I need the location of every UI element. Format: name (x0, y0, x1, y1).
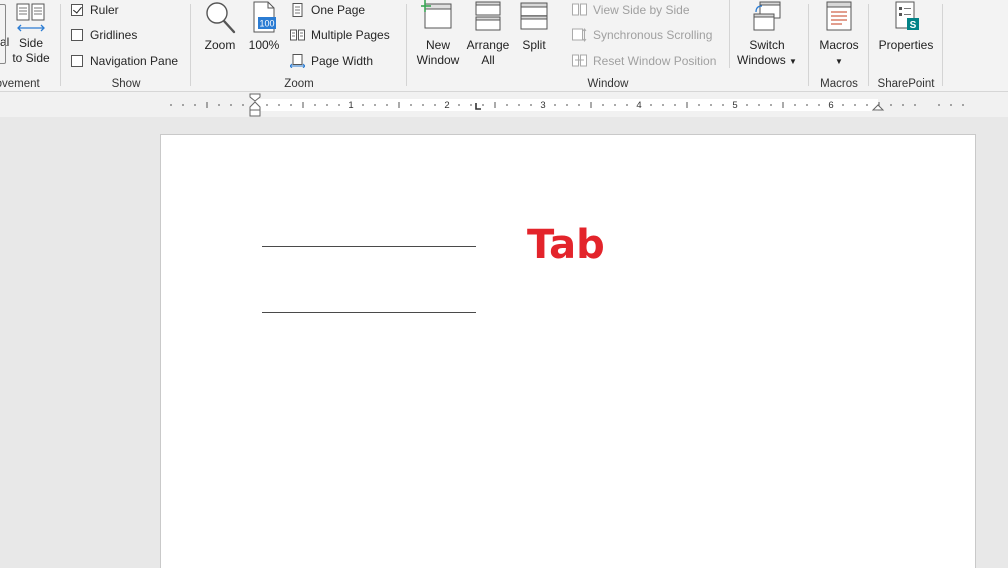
new-window-icon (421, 0, 452, 29)
arrange-all-icon (475, 1, 501, 31)
macros-button-label: Macros (819, 38, 859, 52)
properties-icon: S (895, 1, 919, 31)
new-window-line2: Window (416, 53, 460, 67)
separator (942, 4, 943, 86)
navigation-pane-checkbox-box[interactable] (71, 55, 83, 67)
window-group-label: Window (587, 78, 629, 90)
split-icon (520, 2, 548, 30)
ruler-checkbox-box[interactable] (71, 4, 83, 16)
movement-group: al Side to Side Movement (0, 0, 60, 92)
separator (868, 4, 869, 86)
gridlines-checkbox[interactable]: Gridlines (71, 25, 137, 45)
properties-button[interactable]: S Properties (874, 0, 938, 53)
fill-in-blank-line (262, 312, 476, 313)
page-width-icon (290, 54, 305, 68)
gridlines-checkbox-label: Gridlines (90, 28, 138, 42)
properties-button-label: Properties (878, 38, 934, 52)
ruler-checkbox-label: Ruler (90, 3, 119, 17)
ruler-number-1: 1 (348, 100, 353, 111)
partial-button-frame (0, 4, 6, 64)
document-page[interactable]: Tab (160, 134, 976, 568)
arrange-all-line2: All (481, 53, 495, 67)
side-to-side-icon (16, 3, 45, 32)
zoom-button-label: Zoom (204, 38, 236, 52)
navigation-pane-checkbox[interactable]: Navigation Pane (71, 51, 178, 71)
page-width-button[interactable]: Page Width (290, 51, 373, 71)
window-group: New Window Arrange All Split View Side b… (408, 0, 808, 92)
new-window-line1: New (425, 38, 450, 52)
separator (406, 4, 407, 86)
synchronous-scrolling-icon (572, 28, 587, 42)
switch-windows-icon (753, 1, 781, 31)
view-side-by-side-label: View Side by Side (593, 3, 690, 17)
macros-group-label: Macros (820, 78, 858, 90)
horizontal-ruler[interactable]: 1 2 3 4 5 6 (0, 93, 1008, 117)
macros-group: Macros ▼ Macros (810, 0, 868, 92)
document-canvas[interactable]: Tab (0, 117, 1008, 568)
page-width-label: Page Width (311, 54, 374, 68)
zoom-100-icon: 100 (253, 1, 276, 33)
fill-in-blank-line (262, 246, 476, 247)
zoom-group-label: Zoom (284, 78, 314, 90)
ruler-number-3: 3 (540, 100, 545, 111)
macros-icon (826, 1, 852, 31)
ruler-number-4: 4 (636, 100, 641, 111)
ruler-canvas: 1 2 3 4 5 6 (170, 93, 964, 117)
separator (808, 4, 809, 86)
movement-group-label: Movement (0, 78, 40, 90)
reset-window-position-icon (572, 54, 587, 67)
one-page-label: One Page (311, 3, 366, 17)
chevron-down-icon: ▼ (789, 57, 797, 66)
zoom-100-button-label: 100% (248, 38, 280, 52)
navigation-pane-checkbox-label: Navigation Pane (90, 54, 179, 68)
one-page-icon (292, 3, 303, 17)
new-window-button[interactable]: New Window (414, 0, 462, 68)
chevron-down-icon: ▼ (835, 57, 843, 66)
ruler-number-5: 5 (732, 100, 737, 111)
side-to-side-line2: to Side (12, 51, 50, 65)
view-side-by-side-icon (572, 3, 587, 16)
separator (729, 0, 730, 68)
synchronous-scrolling-button[interactable]: Synchronous Scrolling (572, 25, 712, 45)
one-page-button[interactable]: One Page (290, 0, 365, 20)
separator (190, 4, 191, 86)
gridlines-checkbox-box[interactable] (71, 29, 83, 41)
synchronous-scrolling-label: Synchronous Scrolling (593, 28, 713, 42)
sharepoint-group: S Properties SharePoint (870, 0, 942, 92)
zoom-group: Zoom 100 100% One Page Multiple Pages Pa… (192, 0, 406, 92)
tab-text: Tab (527, 222, 605, 268)
side-to-side-button[interactable]: Side to Side (10, 0, 52, 66)
reset-window-position-label: Reset Window Position (593, 54, 717, 68)
ruler-number-2: 2 (444, 100, 449, 111)
ruler-number-6: 6 (828, 100, 833, 111)
sharepoint-badge-text: S (910, 20, 917, 31)
side-to-side-line1: Side (18, 36, 44, 50)
arrange-all-button[interactable]: Arrange All (464, 0, 512, 68)
left-indent-marker[interactable] (249, 109, 261, 117)
arrange-all-line1: Arrange (466, 38, 510, 52)
switch-windows-line1: Switch (749, 38, 785, 52)
macros-button[interactable]: Macros ▼ (814, 0, 864, 69)
multiple-pages-label: Multiple Pages (311, 28, 390, 42)
multiple-pages-button[interactable]: Multiple Pages (290, 25, 390, 45)
view-side-by-side-button[interactable]: View Side by Side (572, 0, 690, 20)
zoom-button[interactable]: Zoom (200, 0, 240, 53)
switch-windows-line2: Windows (737, 53, 786, 67)
multiple-pages-icon (290, 29, 305, 41)
split-label: Split (522, 38, 546, 52)
ruler-checkbox[interactable]: Ruler (71, 0, 119, 20)
zoom-100-button[interactable]: 100 100% (246, 0, 282, 53)
separator (60, 4, 61, 86)
magnifier-icon (206, 2, 236, 34)
switch-windows-button[interactable]: Switch Windows ▼ (734, 0, 800, 69)
show-group-label: Show (111, 78, 141, 90)
show-group: Ruler Gridlines Navigation Pane Show (62, 0, 190, 92)
zoom-100-icon-text: 100 (259, 19, 274, 29)
split-button[interactable]: Split (516, 0, 552, 53)
sharepoint-group-label: SharePoint (877, 78, 935, 90)
ribbon: al Side to Side Movement (0, 0, 1008, 92)
reset-window-position-button[interactable]: Reset Window Position (572, 51, 716, 71)
